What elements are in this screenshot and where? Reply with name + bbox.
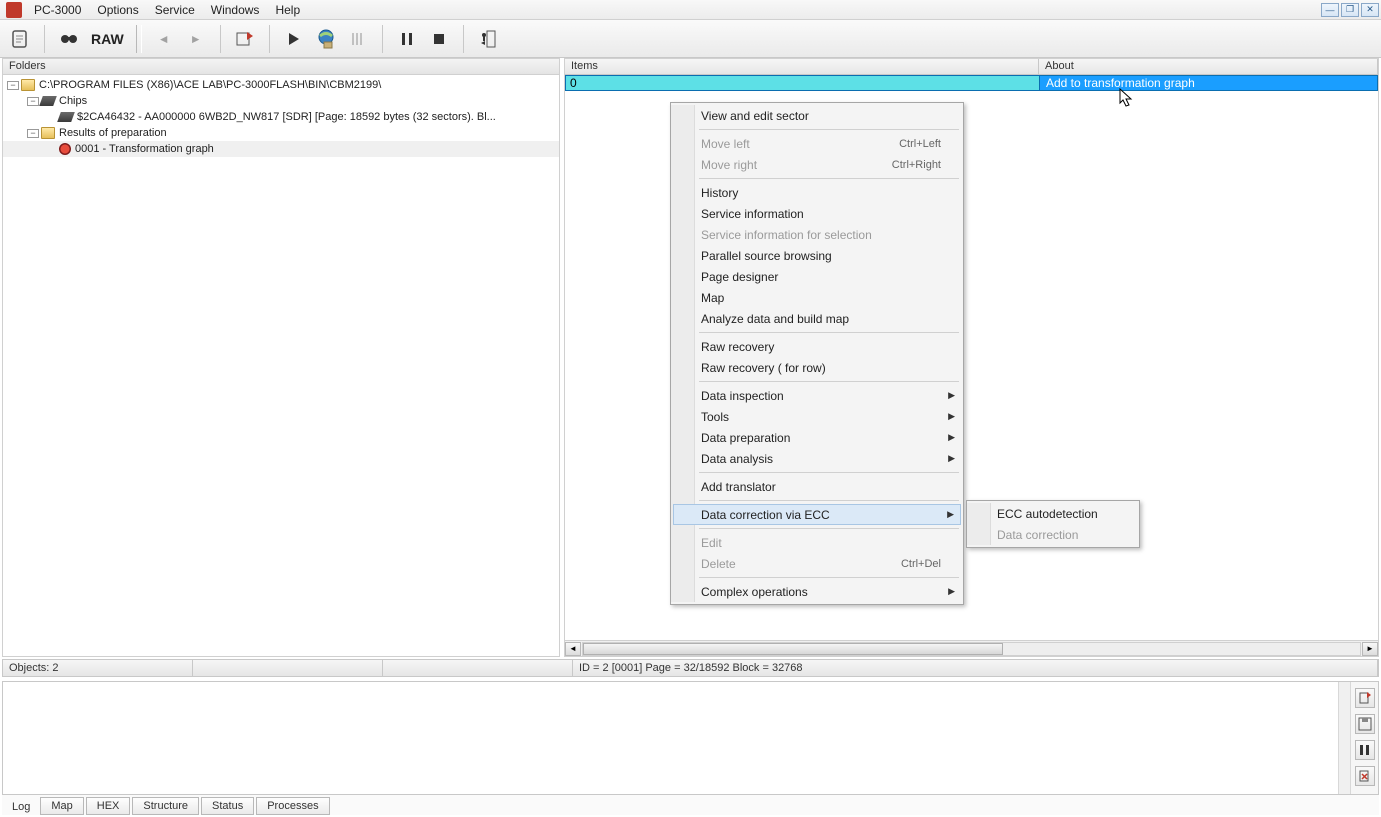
menu-app[interactable]: PC-3000 bbox=[26, 1, 89, 19]
toolbar-prev-button: ◄ bbox=[150, 25, 178, 53]
tree-row-results[interactable]: − Results of preparation bbox=[3, 125, 559, 141]
log-save-button[interactable] bbox=[1355, 714, 1375, 734]
mi-move-right: Move rightCtrl+Right bbox=[673, 154, 961, 175]
mi-raw-recovery-row[interactable]: Raw recovery ( for row) bbox=[673, 357, 961, 378]
window-close-button[interactable]: ✕ bbox=[1361, 3, 1379, 17]
folder-icon bbox=[41, 127, 55, 139]
scroll-left-button[interactable]: ◄ bbox=[565, 642, 581, 656]
mi-page-designer[interactable]: Page designer bbox=[673, 266, 961, 287]
mi-delete: DeleteCtrl+Del bbox=[673, 553, 961, 574]
status-bar: Objects: 2 ID = 2 [0001] Page = 32/18592… bbox=[2, 659, 1379, 677]
scroll-thumb[interactable] bbox=[583, 643, 1003, 655]
horizontal-scrollbar[interactable]: ◄ ► bbox=[565, 640, 1378, 656]
toolbar-stop-button[interactable] bbox=[425, 25, 453, 53]
menu-help[interactable]: Help bbox=[267, 1, 308, 19]
chips-icon bbox=[39, 96, 57, 106]
toolbar-globe-button[interactable] bbox=[312, 25, 340, 53]
toolbar-play-button[interactable] bbox=[280, 25, 308, 53]
mi-data-inspection[interactable]: Data inspection▶ bbox=[673, 385, 961, 406]
status-empty2 bbox=[383, 660, 573, 676]
mi-data-analysis[interactable]: Data analysis▶ bbox=[673, 448, 961, 469]
status-info: ID = 2 [0001] Page = 32/18592 Block = 32… bbox=[573, 660, 1378, 676]
mi-raw-recovery[interactable]: Raw recovery bbox=[673, 336, 961, 357]
tree-chip-item-label: $2CA46432 - AA000000 6WB2D_NW817 [SDR] [… bbox=[77, 111, 496, 123]
transformation-graph-icon bbox=[59, 143, 71, 155]
mi-service-information-selection: Service information for selection bbox=[673, 224, 961, 245]
menu-options[interactable]: Options bbox=[89, 1, 146, 19]
bottom-tabs: Log Map HEX Structure Status Processes bbox=[2, 795, 1379, 815]
toolbar-raw-label[interactable]: RAW bbox=[87, 31, 128, 47]
context-menu[interactable]: View and edit sector Move leftCtrl+Left … bbox=[670, 102, 964, 605]
toolbar-binoculars-button[interactable] bbox=[55, 25, 83, 53]
chip-icon bbox=[57, 112, 75, 122]
scroll-right-button[interactable]: ► bbox=[1362, 642, 1378, 656]
mi-data-correction: Data correction bbox=[969, 524, 1137, 545]
cell-about: Add to transformation graph bbox=[1040, 76, 1195, 90]
tree-root-label: C:\PROGRAM FILES (X86)\ACE LAB\PC-3000FL… bbox=[39, 79, 381, 91]
log-panel bbox=[2, 681, 1379, 795]
log-export-button[interactable] bbox=[1355, 688, 1375, 708]
context-submenu-ecc[interactable]: ECC autodetection Data correction bbox=[966, 500, 1140, 548]
menu-windows[interactable]: Windows bbox=[203, 1, 268, 19]
app-icon bbox=[6, 2, 22, 18]
tab-processes[interactable]: Processes bbox=[256, 797, 329, 815]
mi-analyze-build-map[interactable]: Analyze data and build map bbox=[673, 308, 961, 329]
mi-data-correction-ecc[interactable]: Data correction via ECC▶ bbox=[673, 504, 961, 525]
mi-history[interactable]: History bbox=[673, 182, 961, 203]
toolbar: RAW ◄ ► bbox=[0, 20, 1381, 58]
menu-bar: PC-3000 Options Service Windows Help — ❐… bbox=[0, 0, 1381, 20]
mi-edit: Edit bbox=[673, 532, 961, 553]
mi-ecc-autodetection[interactable]: ECC autodetection bbox=[969, 503, 1137, 524]
tree-row-graph[interactable]: 0001 - Transformation graph bbox=[3, 141, 559, 157]
tree-graph-label: 0001 - Transformation graph bbox=[75, 143, 214, 155]
tree-results-label: Results of preparation bbox=[59, 127, 167, 139]
log-text-area[interactable] bbox=[3, 682, 1338, 794]
toolbar-bars-button bbox=[344, 25, 372, 53]
folders-pane: Folders − C:\PROGRAM FILES (X86)\ACE LAB… bbox=[2, 58, 560, 657]
folders-tree[interactable]: − C:\PROGRAM FILES (X86)\ACE LAB\PC-3000… bbox=[3, 75, 559, 656]
mi-data-preparation[interactable]: Data preparation▶ bbox=[673, 427, 961, 448]
mi-parallel-source-browsing[interactable]: Parallel source browsing bbox=[673, 245, 961, 266]
toolbar-script-button[interactable] bbox=[6, 25, 34, 53]
log-pause-button[interactable] bbox=[1355, 740, 1375, 760]
toolbar-next-button: ► bbox=[182, 25, 210, 53]
mi-view-edit-sector[interactable]: View and edit sector bbox=[673, 105, 961, 126]
toolbar-exit-button[interactable] bbox=[474, 25, 502, 53]
column-about[interactable]: About bbox=[1039, 59, 1378, 74]
mi-move-left: Move leftCtrl+Left bbox=[673, 133, 961, 154]
window-minimize-button[interactable]: — bbox=[1321, 3, 1339, 17]
tab-structure[interactable]: Structure bbox=[132, 797, 199, 815]
folder-icon bbox=[21, 79, 35, 91]
tab-map[interactable]: Map bbox=[40, 797, 83, 815]
menu-service[interactable]: Service bbox=[147, 1, 203, 19]
column-items[interactable]: Items bbox=[565, 59, 1039, 74]
tree-row-chip-item[interactable]: $2CA46432 - AA000000 6WB2D_NW817 [SDR] [… bbox=[3, 109, 559, 125]
mi-add-translator[interactable]: Add translator bbox=[673, 476, 961, 497]
window-restore-button[interactable]: ❐ bbox=[1341, 3, 1359, 17]
tree-row-chips[interactable]: − Chips bbox=[3, 93, 559, 109]
table-row[interactable]: 0 Add to transformation graph bbox=[565, 75, 1378, 91]
scroll-track[interactable] bbox=[582, 642, 1361, 656]
tab-hex[interactable]: HEX bbox=[86, 797, 131, 815]
mi-service-information[interactable]: Service information bbox=[673, 203, 961, 224]
mi-complex-operations[interactable]: Complex operations▶ bbox=[673, 581, 961, 602]
log-slider[interactable] bbox=[1338, 682, 1350, 794]
toolbar-pause-button[interactable] bbox=[393, 25, 421, 53]
tree-row-root[interactable]: − C:\PROGRAM FILES (X86)\ACE LAB\PC-3000… bbox=[3, 77, 559, 93]
tab-status[interactable]: Status bbox=[201, 797, 254, 815]
tree-chips-label: Chips bbox=[59, 95, 87, 107]
status-empty bbox=[193, 660, 383, 676]
mi-map[interactable]: Map bbox=[673, 287, 961, 308]
grid-header: Items About bbox=[565, 59, 1378, 75]
mi-tools[interactable]: Tools▶ bbox=[673, 406, 961, 427]
toolbar-export-button[interactable] bbox=[231, 25, 259, 53]
status-objects: Objects: 2 bbox=[3, 660, 193, 676]
log-clear-button[interactable] bbox=[1355, 766, 1375, 786]
folders-header: Folders bbox=[3, 59, 559, 75]
tab-log[interactable]: Log bbox=[2, 799, 40, 815]
cell-items: 0 bbox=[566, 76, 1040, 90]
